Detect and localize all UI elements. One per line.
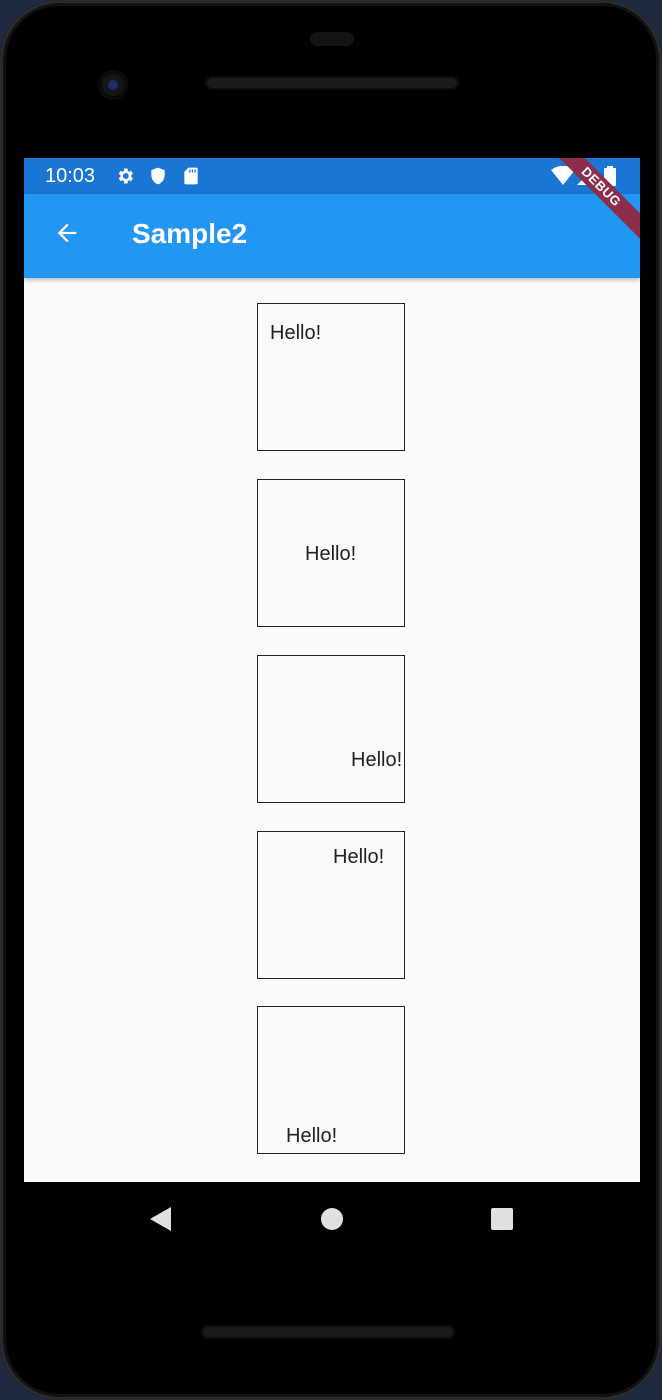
hello-box-top-left: Hello! <box>257 303 405 451</box>
box-text: Hello! <box>286 1125 338 1147</box>
box-text: Hello! <box>351 749 403 771</box>
sd-card-icon <box>181 166 201 186</box>
bottom-speaker <box>201 1325 455 1339</box>
shield-icon <box>148 166 168 186</box>
status-bar: 10:03 <box>24 158 640 194</box>
navigation-bar <box>24 1182 640 1254</box>
gear-icon <box>115 166 135 186</box>
app-bar: Sample2 <box>24 194 640 278</box>
arrow-back-icon <box>53 219 81 252</box>
hello-box-top-right: Hello! <box>257 831 405 979</box>
front-camera <box>98 70 128 100</box>
box-text: Hello! <box>333 846 385 868</box>
box-text: Hello! <box>270 322 322 344</box>
home-circle-icon[interactable] <box>317 1204 347 1234</box>
hello-box-center: Hello! <box>257 479 405 627</box>
hello-box-bottom-left: Hello! <box>257 1006 405 1154</box>
earpiece-speaker <box>205 76 459 90</box>
box-text: Hello! <box>305 543 357 565</box>
back-button[interactable] <box>46 214 88 256</box>
phone-frame: 10:03 Sample2 DEBUG Hello! Hello! Hello!… <box>0 0 662 1400</box>
recents-square-icon[interactable] <box>487 1204 517 1234</box>
top-sensor <box>310 32 354 46</box>
back-triangle-icon[interactable] <box>146 1204 176 1234</box>
page-title: Sample2 <box>132 218 248 249</box>
status-time: 10:03 <box>45 165 96 187</box>
screen: 10:03 Sample2 DEBUG Hello! Hello! Hello!… <box>24 158 640 1182</box>
hello-box-bottom-right: Hello! <box>257 655 405 803</box>
